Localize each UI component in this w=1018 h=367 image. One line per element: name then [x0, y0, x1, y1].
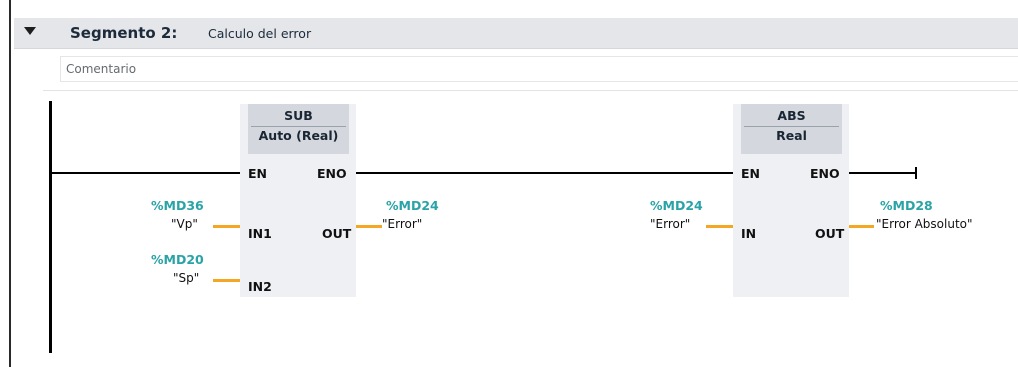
sub-in1-address[interactable]: %MD36: [151, 198, 204, 213]
sub-pin-eno: ENO: [317, 166, 347, 181]
sub-in1-tag[interactable]: "Vp": [171, 217, 198, 231]
abs-in-tag[interactable]: "Error": [650, 217, 690, 231]
power-rail: [49, 101, 52, 353]
segment-header[interactable]: Segmento 2: Calculo del error: [14, 18, 1018, 49]
abs-in-address[interactable]: %MD24: [650, 198, 703, 213]
abs-out-wire: [849, 225, 874, 228]
abs-header-divider: [744, 126, 839, 127]
abs-block[interactable]: ABS Real EN ENO IN OUT: [733, 104, 849, 297]
sub-out-wire: [356, 225, 382, 228]
abs-pin-out: OUT: [815, 226, 845, 241]
abs-block-name: ABS: [777, 108, 806, 123]
segment-description[interactable]: Calculo del error: [208, 26, 311, 41]
sub-pin-en: EN: [248, 166, 268, 181]
abs-pin-eno: ENO: [810, 166, 840, 181]
sub-out-address[interactable]: %MD24: [386, 198, 439, 213]
sub-in2-wire: [213, 279, 240, 282]
sub-pin-in1: IN1: [248, 226, 272, 241]
power-line-eno-abs-out: [848, 172, 917, 174]
sub-in2-address[interactable]: %MD20: [151, 252, 204, 267]
abs-pin-in: IN: [741, 226, 757, 241]
sub-block-header: SUB Auto (Real): [248, 104, 349, 154]
sub-out-tag[interactable]: "Error": [382, 217, 422, 231]
abs-out-address[interactable]: %MD28: [880, 198, 933, 213]
comment-placeholder: Comentario: [66, 62, 137, 76]
power-line-en-sub: [52, 172, 240, 174]
network-separator: [43, 90, 1018, 91]
abs-pin-en: EN: [741, 166, 761, 181]
sub-in1-wire: [213, 225, 240, 228]
editor-left-border: [9, 0, 11, 367]
power-line-eno-to-abs: [355, 172, 733, 174]
power-line-end-cap: [915, 167, 917, 179]
sub-block-name: SUB: [284, 108, 313, 123]
abs-block-type[interactable]: Real: [741, 128, 842, 143]
sub-block-type[interactable]: Auto (Real): [248, 128, 349, 143]
abs-block-header: ABS Real: [741, 104, 842, 154]
segment-comment-field[interactable]: Comentario: [60, 56, 1018, 82]
segment-title: Segmento 2:: [70, 24, 178, 42]
sub-in2-tag[interactable]: "Sp": [173, 271, 199, 285]
sub-block[interactable]: SUB Auto (Real) EN ENO IN1 OUT IN2: [240, 104, 356, 297]
sub-pin-in2: IN2: [248, 279, 272, 294]
sub-header-divider: [251, 126, 346, 127]
sub-pin-out: OUT: [322, 226, 352, 241]
abs-in-wire: [706, 225, 733, 228]
collapse-triangle-icon[interactable]: [24, 27, 36, 35]
abs-out-tag[interactable]: "Error Absoluto": [876, 217, 973, 231]
